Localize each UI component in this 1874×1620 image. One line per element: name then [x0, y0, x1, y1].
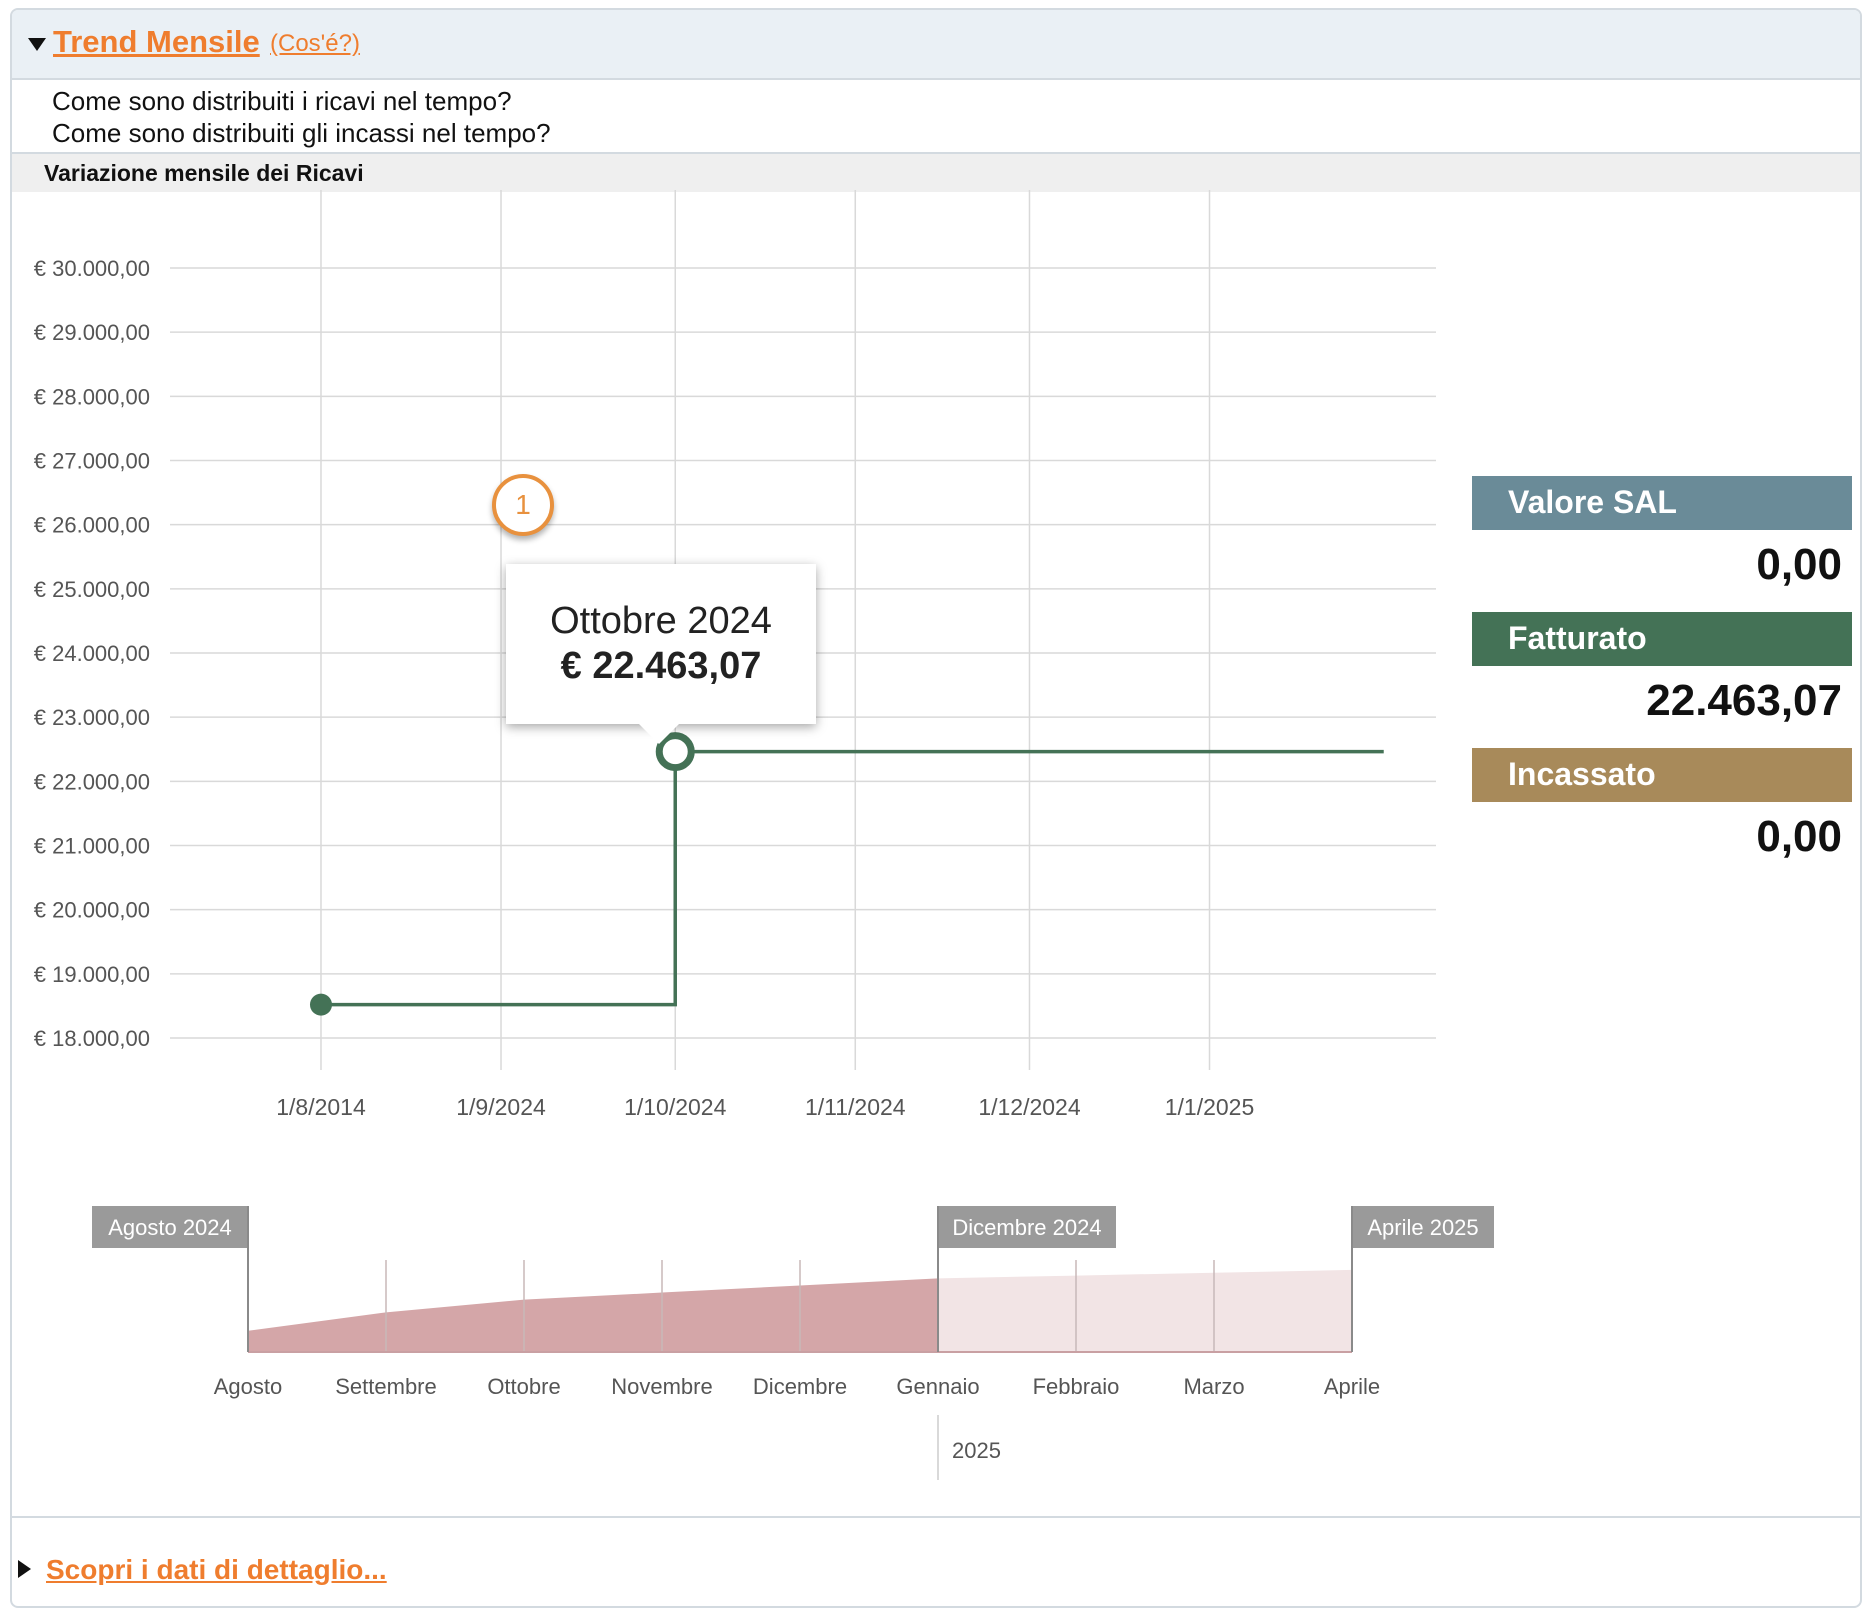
- detail-link[interactable]: Scopri i dati di dettaglio...: [46, 1554, 387, 1586]
- y-tick-label: € 26.000,00: [34, 513, 150, 538]
- y-tick-label: € 28.000,00: [34, 384, 150, 409]
- footer-divider: [12, 1516, 1860, 1518]
- navigator-month-label: Agosto: [214, 1374, 283, 1399]
- range-flag-label: Agosto 2024: [108, 1215, 232, 1240]
- x-tick-label: 1/1/2025: [1165, 1094, 1255, 1120]
- x-tick-label: 1/9/2024: [456, 1094, 546, 1120]
- x-tick-label: 1/10/2024: [624, 1094, 727, 1120]
- navigator-selected-area: [248, 1278, 938, 1352]
- tooltip-arrow: [639, 724, 679, 744]
- x-tick-label: 1/8/2014: [276, 1094, 366, 1120]
- legend-incassato: Incassato: [1472, 748, 1852, 802]
- y-tick-label: € 19.000,00: [34, 962, 150, 987]
- y-tick-label: € 25.000,00: [34, 577, 150, 602]
- data-point: [309, 993, 332, 1016]
- y-tick-label: € 20.000,00: [34, 898, 150, 923]
- legend-fatturato: Fatturato: [1472, 612, 1852, 666]
- y-tick-label: € 22.000,00: [34, 769, 150, 794]
- navigator-month-label: Ottobre: [487, 1374, 560, 1399]
- legend-incassato-value: 0,00: [1756, 812, 1842, 861]
- tooltip-month: Ottobre 2024: [550, 600, 772, 642]
- navigator-month-label: Aprile: [1324, 1374, 1380, 1399]
- y-tick-label: € 30.000,00: [34, 256, 150, 281]
- navigator-month-label: Marzo: [1183, 1374, 1244, 1399]
- range-flag-label: Aprile 2025: [1367, 1215, 1478, 1240]
- legend-fatturato-value: 22.463,07: [1646, 676, 1842, 725]
- navigator-month-label: Novembre: [611, 1374, 712, 1399]
- tooltip-value: € 22.463,07: [560, 645, 762, 687]
- expand-triangle-icon[interactable]: [18, 1560, 31, 1578]
- trend-panel: Trend Mensile (Cos'é?) Come sono distrib…: [10, 8, 1862, 1608]
- navigator-month-label: Dicembre: [753, 1374, 847, 1399]
- series-line: [320, 749, 1384, 1007]
- navigator-month-label: Settembre: [335, 1374, 437, 1399]
- y-tick-label: € 29.000,00: [34, 320, 150, 345]
- navigator-month-label: Febbraio: [1033, 1374, 1120, 1399]
- range-flag-label: Dicembre 2024: [952, 1215, 1101, 1240]
- y-tick-label: € 18.000,00: [34, 1026, 150, 1051]
- y-tick-label: € 27.000,00: [34, 449, 150, 474]
- x-tick-label: 1/11/2024: [805, 1094, 906, 1120]
- navigator-year-label: 2025: [952, 1438, 1001, 1463]
- navigator-month-label: Gennaio: [896, 1374, 979, 1399]
- navigator-unselected-area: [938, 1269, 1352, 1352]
- y-tick-label: € 24.000,00: [34, 641, 150, 666]
- y-tick-label: € 21.000,00: [34, 834, 150, 859]
- legend-valore-sal-value: 0,00: [1756, 540, 1842, 589]
- y-tick-label: € 23.000,00: [34, 705, 150, 730]
- chart-tooltip: Ottobre 2024 € 22.463,07: [506, 564, 816, 744]
- legend-valore-sal: Valore SAL: [1472, 476, 1852, 530]
- x-tick-label: 1/12/2024: [978, 1094, 1081, 1120]
- marker-badge: 1: [492, 474, 554, 536]
